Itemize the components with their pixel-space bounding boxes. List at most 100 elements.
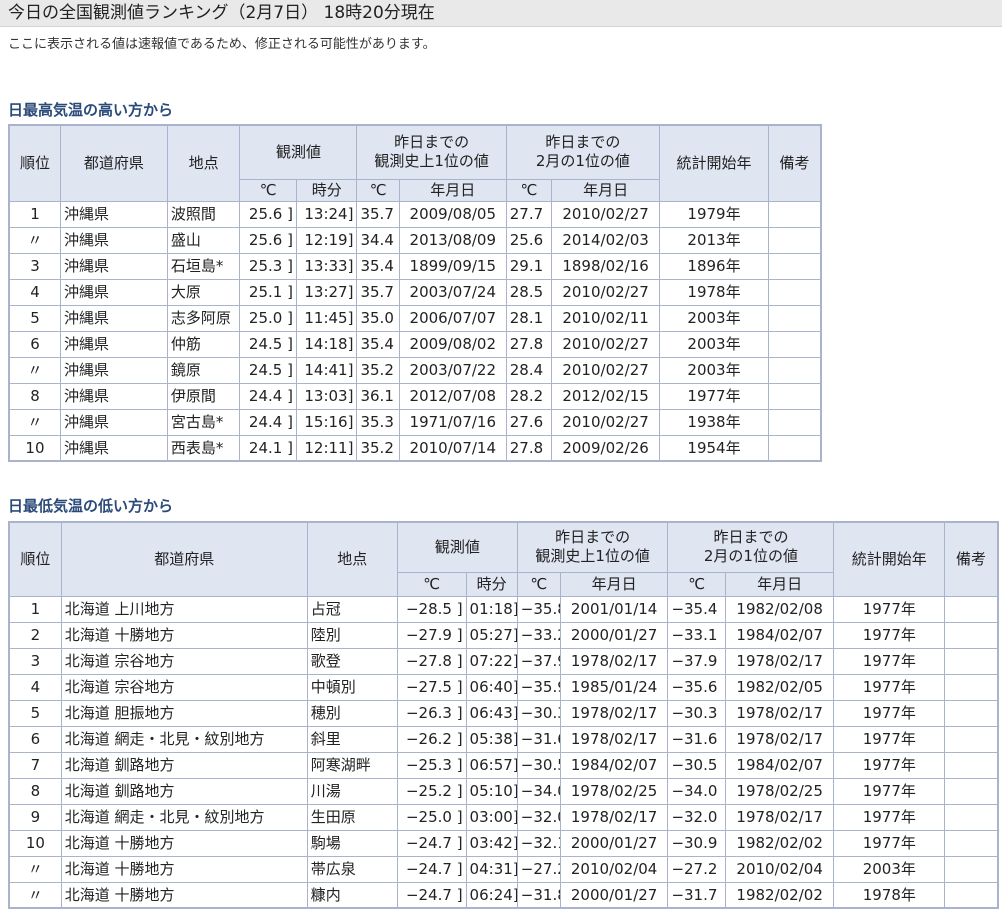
prefecture-cell: 沖縄県 bbox=[59, 382, 168, 410]
record-value-cell: 35.2 bbox=[356, 434, 400, 462]
prefecture-cell: 沖縄県 bbox=[59, 278, 168, 306]
header-start-year: 統計開始年 bbox=[833, 521, 946, 597]
subheader-deg: ℃ bbox=[516, 571, 561, 597]
month-record-date-cell: 1984/02/07 bbox=[724, 751, 835, 779]
station-cell: 盛山 bbox=[166, 226, 241, 254]
record-date-cell: 2003/07/22 bbox=[398, 356, 507, 384]
remarks-cell bbox=[944, 881, 999, 909]
station-cell: 大原 bbox=[166, 278, 241, 306]
station-cell: 志多阿原 bbox=[166, 304, 241, 332]
month-record-value-cell: −34.0 bbox=[667, 777, 726, 805]
record-date-cell: 2013/08/09 bbox=[398, 226, 507, 254]
rank-cell: 9 bbox=[8, 803, 62, 831]
month-record-value-cell: −30.9 bbox=[667, 829, 726, 857]
station-cell: 帯広泉 bbox=[306, 855, 398, 883]
rank-cell: 8 bbox=[8, 777, 62, 805]
start-year-cell: 1977年 bbox=[833, 829, 946, 857]
rank-cell: 1 bbox=[8, 595, 62, 623]
record-value-cell: −32.0 bbox=[516, 803, 561, 831]
start-year-cell: 1978年 bbox=[659, 278, 769, 306]
station-cell: 鏡原 bbox=[166, 356, 241, 384]
table-row: 3北海道 宗谷地方歌登−27.8 ]07:22]−37.91978/02/17−… bbox=[8, 647, 999, 675]
observed-time-cell: 05:38] bbox=[465, 725, 518, 753]
observed-value-cell: 24.5 ] bbox=[239, 330, 297, 358]
observed-time-cell: 11:45] bbox=[295, 304, 358, 332]
record-date-cell: 2000/01/27 bbox=[559, 829, 669, 857]
table-row: 1 沖縄県 波照間 25.6 ] 13:24] 35.7 2009/08/05 27.7 201… bbox=[8, 200, 822, 228]
table-row: 〃沖縄県 鏡原 24.5 ] 14:41] 35.2 2003/07/22 28.4 2010… bbox=[8, 356, 822, 384]
rank-cell: 6 bbox=[8, 330, 61, 358]
month-record-value-cell: 28.4 bbox=[505, 356, 553, 384]
observed-time-cell: 13:27] bbox=[295, 278, 358, 306]
station-cell: 阿寒湖畔 bbox=[306, 751, 398, 779]
table-header: 順位 都道府県 地点 観測値 昨日までの 観測史上1位の値 昨日までの 2月の1位の… bbox=[8, 521, 999, 597]
remarks-cell bbox=[944, 595, 999, 623]
record-value-cell: −32.1 bbox=[516, 829, 561, 857]
observed-time-cell: 01:18] bbox=[465, 595, 518, 623]
record-value-cell: −35.9 bbox=[516, 673, 561, 701]
observed-value-cell: 24.4 ] bbox=[239, 382, 297, 410]
table-row: 8北海道 釧路地方川湯−25.2 ]05:10]−34.01978/02/25−… bbox=[8, 777, 999, 805]
observed-time-cell: 12:19] bbox=[295, 226, 358, 254]
header-record-month: 昨日までの 2月の1位の値 bbox=[505, 124, 661, 180]
page-title: 今日の全国観測値ランキング（2月7日） 18時20分現在 bbox=[8, 3, 435, 23]
header-rank: 順位 bbox=[8, 521, 62, 597]
low-temp-section-title: 日最低気温の低い方から bbox=[8, 497, 174, 515]
subheader-deg: ℃ bbox=[356, 178, 400, 202]
observed-value-cell: 25.1 ] bbox=[239, 278, 297, 306]
header-prefecture: 都道府県 bbox=[60, 521, 308, 597]
record-date-cell: 2009/08/05 bbox=[398, 200, 507, 228]
page-header: 今日の全国観測値ランキング（2月7日） 18時20分現在 bbox=[0, 0, 1002, 27]
rank-cell: 〃 bbox=[8, 356, 61, 384]
observed-value-cell: −26.2 ] bbox=[396, 725, 467, 753]
remarks-cell bbox=[767, 434, 822, 462]
month-record-value-cell: −31.6 bbox=[667, 725, 726, 753]
remarks-cell bbox=[944, 725, 999, 753]
record-date-cell: 2000/01/27 bbox=[559, 621, 669, 649]
prefecture-cell: 沖縄県 bbox=[59, 252, 168, 280]
month-record-value-cell: 28.2 bbox=[505, 382, 553, 410]
month-record-value-cell: −30.3 bbox=[667, 699, 726, 727]
subheader-time: 時分 bbox=[465, 571, 518, 597]
start-year-cell: 1977年 bbox=[833, 803, 946, 831]
month-record-date-cell: 2012/02/15 bbox=[551, 382, 661, 410]
month-record-value-cell: −31.7 bbox=[667, 881, 726, 909]
remarks-cell bbox=[767, 382, 822, 410]
start-year-cell: 2003年 bbox=[833, 855, 946, 883]
prefecture-cell: 北海道 十勝地方 bbox=[60, 829, 308, 857]
observed-value-cell: −24.7 ] bbox=[396, 855, 467, 883]
prefecture-cell: 北海道 胆振地方 bbox=[60, 699, 308, 727]
record-value-cell: 35.4 bbox=[356, 330, 400, 358]
table-row: 5 沖縄県 志多阿原 25.0 ] 11:45] 35.0 2006/07/07 28.1 20… bbox=[8, 304, 822, 332]
header-station: 地点 bbox=[166, 124, 241, 202]
month-record-date-cell: 1984/02/07 bbox=[724, 621, 835, 649]
table-row: 10 沖縄県 西表島* 24.1 ] 12:11] 35.2 2010/07/14 27.8 2… bbox=[8, 434, 822, 462]
month-record-date-cell: 2009/02/26 bbox=[551, 434, 661, 462]
record-value-cell: −34.0 bbox=[516, 777, 561, 805]
observed-value-cell: −25.3 ] bbox=[396, 751, 467, 779]
record-date-cell: 1978/02/25 bbox=[559, 777, 669, 805]
table-row: 9北海道 網走・北見・紋別地方生田原−25.0 ]03:00]−32.01978… bbox=[8, 803, 999, 831]
remarks-cell bbox=[767, 356, 822, 384]
start-year-cell: 1938年 bbox=[659, 408, 769, 436]
observed-time-cell: 14:18] bbox=[295, 330, 358, 358]
header-remarks: 備考 bbox=[944, 521, 999, 597]
observed-time-cell: 06:24] bbox=[465, 881, 518, 909]
record-date-cell: 1978/02/17 bbox=[559, 725, 669, 753]
remarks-cell bbox=[944, 855, 999, 883]
start-year-cell: 1977年 bbox=[833, 595, 946, 623]
subheader-date: 年月日 bbox=[398, 178, 507, 202]
table-row: 〃北海道 十勝地方帯広泉−24.7 ]04:31]−27.22010/02/04… bbox=[8, 855, 999, 883]
month-record-date-cell: 2010/02/27 bbox=[551, 408, 661, 436]
prefecture-cell: 沖縄県 bbox=[59, 434, 168, 462]
observed-time-cell: 03:42] bbox=[465, 829, 518, 857]
prefecture-cell: 沖縄県 bbox=[59, 304, 168, 332]
remarks-cell bbox=[944, 751, 999, 779]
remarks-cell bbox=[944, 673, 999, 701]
observed-value-cell: −27.8 ] bbox=[396, 647, 467, 675]
rank-cell: 〃 bbox=[8, 226, 61, 254]
record-date-cell: 2012/07/08 bbox=[398, 382, 507, 410]
record-date-cell: 2006/07/07 bbox=[398, 304, 507, 332]
month-record-value-cell: 28.1 bbox=[505, 304, 553, 332]
start-year-cell: 1977年 bbox=[833, 699, 946, 727]
